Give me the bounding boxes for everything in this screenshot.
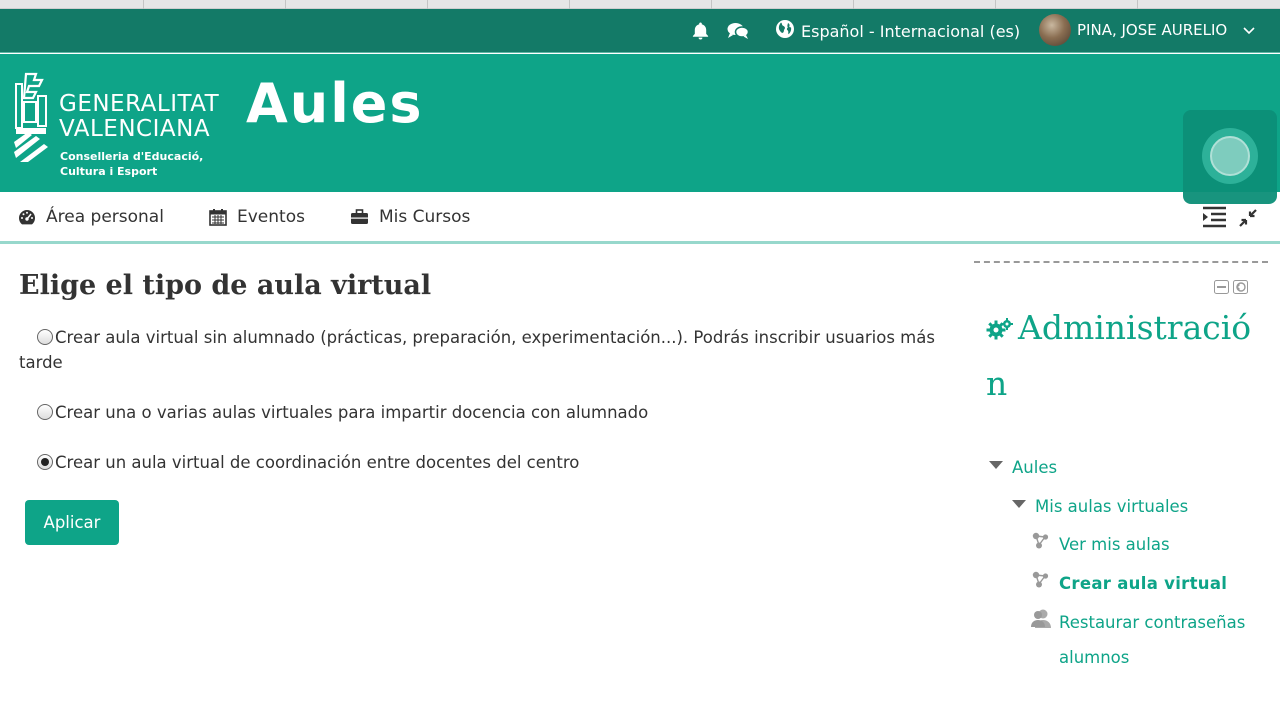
option-label: Crear un aula virtual de coordinación en… <box>55 453 580 472</box>
tree-item-restaurar-contrasenas[interactable]: Restaurar contraseñas alumnos <box>1031 605 1251 675</box>
dock-block-icon[interactable] <box>1233 279 1248 298</box>
user-bar: Español - Internacional (es) PINA, JOSE … <box>0 9 1280 53</box>
nav-item-eventos[interactable]: Eventos <box>209 205 305 229</box>
option-label: Crear una o varias aulas virtuales para … <box>55 403 649 422</box>
calendar-icon <box>209 209 227 226</box>
option-sin-alumnado[interactable]: Crear aula virtual sin alumnado (práctic… <box>19 325 939 375</box>
block-title-text: Administración <box>986 308 1252 403</box>
org-department-line2: Cultura i Esport <box>60 165 158 178</box>
primary-navigation: Área personal Eventos Mis Cursos <box>0 192 1280 244</box>
expanded-triangle-icon <box>989 461 1003 469</box>
org-name-line1: GENERALITAT <box>59 91 220 117</box>
tree-item-label: Crear aula virtual <box>1059 574 1228 593</box>
org-department-line1: Conselleria d'Educació, <box>60 150 204 163</box>
expanded-triangle-icon <box>1012 500 1026 508</box>
radio-con-alumnado[interactable] <box>37 404 53 420</box>
tree-item-label: Mis aulas virtuales <box>1035 497 1189 516</box>
avatar <box>1039 14 1071 46</box>
site-header: GENERALITAT VALENCIANA Conselleria d'Edu… <box>0 54 1280 192</box>
tree-item-ver-mis-aulas[interactable]: Ver mis aulas <box>1031 527 1170 562</box>
org-name-line2: VALENCIANA <box>59 116 211 142</box>
record-icon <box>1210 136 1250 176</box>
option-coordinacion[interactable]: Crear un aula virtual de coordinación en… <box>19 450 939 475</box>
radio-sin-alumnado[interactable] <box>37 329 53 345</box>
language-label: Español - Internacional (es) <box>801 21 1021 41</box>
apply-button[interactable]: Aplicar <box>25 500 119 545</box>
user-menu[interactable]: PINA, JOSE AURELIO <box>1039 14 1255 46</box>
user-name: PINA, JOSE AURELIO <box>1077 21 1228 39</box>
radio-coordinacion[interactable] <box>37 454 53 470</box>
nav-item-label: Eventos <box>237 207 305 227</box>
nav-item-label: Mis Cursos <box>379 207 471 227</box>
tree-item-label: Restaurar contraseñas alumnos <box>1059 613 1246 667</box>
tree-item-label: Aules <box>1012 458 1058 477</box>
tree-item-aules[interactable]: Aules <box>988 450 1057 485</box>
floating-assistant-button[interactable] <box>1183 110 1277 204</box>
molecule-icon <box>1032 571 1049 588</box>
option-label: Crear aula virtual sin alumnado (práctic… <box>19 328 935 372</box>
browser-tab-strip <box>0 0 1280 9</box>
page-title: Elige el tipo de aula virtual <box>19 270 432 301</box>
site-name[interactable]: Aules <box>246 72 424 135</box>
dashboard-icon <box>19 210 35 225</box>
messages-chat-icon[interactable] <box>727 22 750 44</box>
block-divider <box>974 261 1268 263</box>
users-icon <box>1031 609 1051 628</box>
molecule-icon <box>1032 532 1049 549</box>
tree-item-label: Ver mis aulas <box>1059 535 1170 554</box>
org-name: GENERALITAT VALENCIANA <box>59 92 219 142</box>
collapse-fullscreen-icon[interactable] <box>1238 208 1258 232</box>
tree-item-crear-aula-virtual[interactable]: Crear aula virtual <box>1031 566 1227 601</box>
block-title-administracion: Administración <box>986 300 1271 412</box>
notification-bell-icon[interactable] <box>691 21 710 45</box>
language-selector[interactable]: Español - Internacional (es) <box>775 19 1020 43</box>
minimize-block-icon[interactable] <box>1214 279 1229 298</box>
chevron-down-icon <box>1243 21 1255 39</box>
globe-icon <box>775 19 795 43</box>
drawer-toggle-icon[interactable] <box>1202 206 1227 232</box>
tree-item-mis-aulas-virtuales[interactable]: Mis aulas virtuales <box>1011 489 1188 524</box>
nav-item-label: Área personal <box>46 207 164 227</box>
gears-icon <box>986 318 1013 340</box>
option-con-alumnado[interactable]: Crear una o varias aulas virtuales para … <box>19 400 939 425</box>
generalitat-valenciana-logo[interactable] <box>12 72 52 168</box>
org-department: Conselleria d'Educació, Cultura i Esport <box>60 149 203 179</box>
briefcase-icon <box>351 209 368 224</box>
nav-item-mis-cursos[interactable]: Mis Cursos <box>350 205 470 229</box>
nav-item-area-personal[interactable]: Área personal <box>18 205 164 229</box>
